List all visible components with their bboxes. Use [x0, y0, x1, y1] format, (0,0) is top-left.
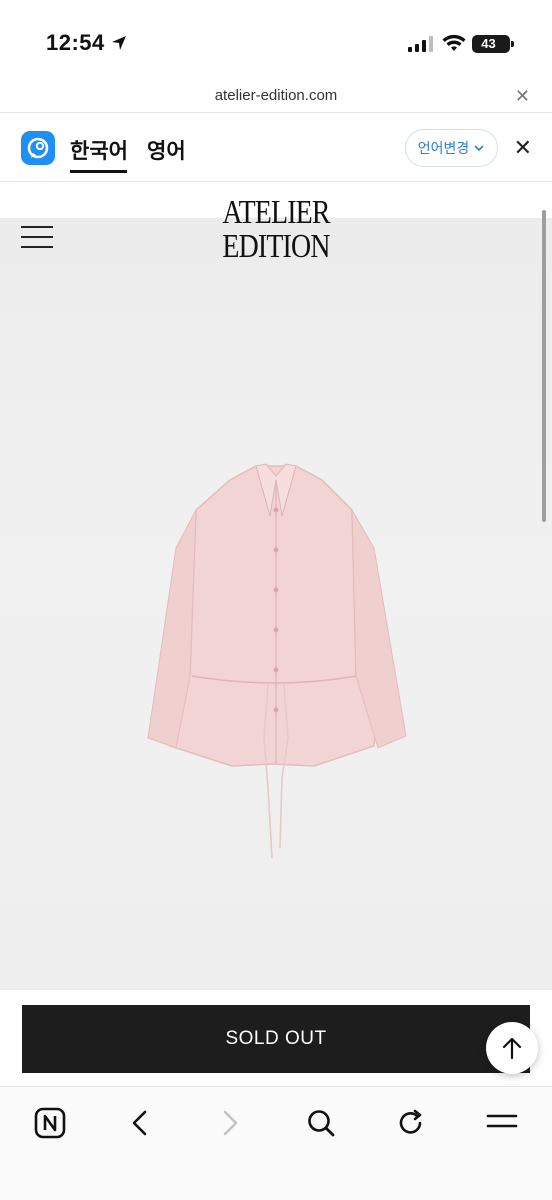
product-image [0, 218, 552, 990]
url-text[interactable]: atelier-edition.com [0, 87, 552, 104]
scrollbar[interactable] [542, 210, 546, 522]
browser-toolbar [0, 1086, 552, 1200]
change-language-button[interactable]: 언어변경 [405, 129, 498, 167]
sold-out-button[interactable]: SOLD OUT [22, 1005, 530, 1073]
arrow-up-icon [502, 1037, 522, 1060]
logo-line-2: EDITION [222, 228, 330, 265]
papago-translate-icon[interactable] [21, 131, 55, 165]
active-tab-underline [70, 170, 127, 173]
tab-korean[interactable]: 한국어 [70, 135, 128, 165]
change-language-label: 언어변경 [417, 140, 470, 156]
battery-tip [511, 41, 514, 47]
back-icon[interactable] [120, 1103, 160, 1143]
translate-bar: 한국어 영어 언어변경 ✕ [0, 112, 552, 182]
tab-english[interactable]: 영어 [147, 135, 186, 165]
naver-home-icon[interactable] [30, 1103, 70, 1143]
battery-icon: 43 [472, 35, 510, 53]
hamburger-menu-icon[interactable] [21, 226, 53, 248]
forward-icon[interactable] [210, 1103, 250, 1143]
url-bar[interactable]: atelier-edition.com ✕ [0, 84, 552, 112]
url-close-icon[interactable]: ✕ [515, 86, 530, 107]
blouse-illustration [147, 463, 407, 859]
chevron-down-icon [474, 145, 484, 152]
site-logo[interactable]: ATELIER EDITION [50, 196, 503, 264]
translate-close-icon[interactable]: ✕ [514, 135, 532, 161]
location-arrow-icon [112, 36, 126, 50]
battery-level: 43 [481, 36, 496, 51]
menu-icon[interactable] [482, 1103, 522, 1143]
signal-icon [408, 36, 433, 52]
scroll-to-top-button[interactable] [486, 1022, 538, 1074]
reload-icon[interactable] [391, 1103, 431, 1143]
search-icon[interactable] [301, 1103, 341, 1143]
logo-line-1: ATELIER [222, 194, 330, 231]
status-bar: 12:54 43 [0, 0, 552, 84]
wifi-icon [442, 34, 466, 51]
status-time: 12:54 [46, 30, 105, 55]
